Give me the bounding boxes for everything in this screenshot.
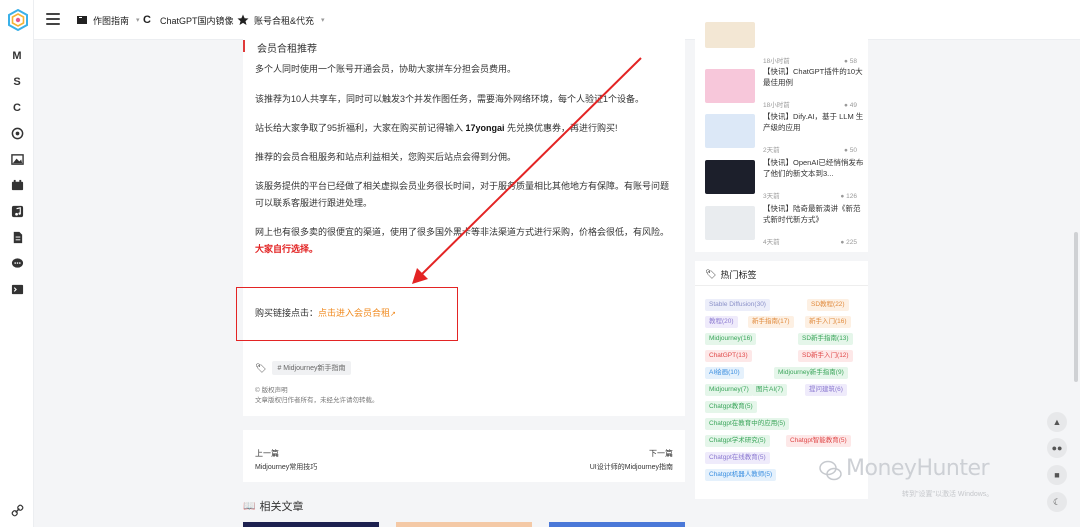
windows-activation-notice: 转到"设置"以激活 Windows。 <box>902 491 994 498</box>
related-thumb[interactable] <box>396 522 532 527</box>
related-articles-heading: 📖 相关文章 <box>243 500 304 514</box>
eye-icon: ● <box>840 193 845 200</box>
eye-icon: ● <box>844 102 848 109</box>
news-item[interactable]: 18小时前 ● 58 <box>705 22 865 67</box>
hot-tag[interactable]: Stable Diffusion(30) <box>705 299 770 311</box>
wechat-button[interactable]: ●● <box>1047 438 1067 458</box>
hot-tag[interactable]: 教程(20) <box>705 316 738 328</box>
hot-tag[interactable]: 提问建筑(6) <box>805 384 847 396</box>
hot-tag[interactable]: Chatgpt机器人教师(5) <box>705 469 777 481</box>
hot-tag[interactable]: SD新手入门(12) <box>798 350 853 362</box>
hot-tag[interactable]: Chatgpt在教育中的应用(5) <box>705 418 790 430</box>
hot-tag[interactable]: SD新手指南(13) <box>798 333 853 345</box>
hot-tag[interactable]: Chatgpt智能教育(5) <box>786 435 851 447</box>
news-thumbnail <box>705 206 755 240</box>
news-item[interactable]: 【快讯】ChatGPT插件的10大最佳用例 18小时前 ● 49 <box>705 66 865 111</box>
eye-icon: ● <box>844 58 848 65</box>
service-button[interactable]: ■ <box>1047 465 1067 485</box>
divider <box>695 285 868 286</box>
hot-tag[interactable]: SD教程(22) <box>807 299 849 311</box>
news-thumbnail <box>705 69 755 103</box>
news-item[interactable]: 【快讯】Dify.AI，基于 LLM 生产级的应用 2天前 ● 50 <box>705 111 865 156</box>
news-item[interactable]: 【快讯】陆奇最新演讲《新范式新时代新方式》 4天前 ● 225 <box>705 203 865 248</box>
scroll-top-button[interactable]: ▲ <box>1047 412 1067 432</box>
moon-icon: ☾ <box>1052 496 1062 507</box>
hot-tag[interactable]: Midjourney新手指南(9) <box>774 367 848 379</box>
eye-icon: ● <box>844 147 848 154</box>
news-list: 18小时前 ● 58 【快讯】ChatGPT插件的10大最佳用例 18小时前 ●… <box>695 22 868 252</box>
related-thumb[interactable] <box>549 522 685 527</box>
scrollbar[interactable] <box>1074 232 1078 382</box>
book-open-icon: 📖 <box>243 500 256 512</box>
hot-tag[interactable]: Midjourney(7) <box>705 384 753 396</box>
hot-tag[interactable]: 图片AI(7) <box>752 384 788 396</box>
watermark-text: MoneyHunter <box>846 456 990 481</box>
hot-tag[interactable]: Chatgpt在线教育(5) <box>705 452 770 464</box>
hot-tag[interactable]: ChatGPT(13) <box>705 350 752 362</box>
hot-tag[interactable]: Chatgpt学术研究(5) <box>705 435 770 447</box>
news-thumbnail <box>705 114 755 148</box>
arrow-up-icon: ▲ <box>1052 417 1062 427</box>
eye-icon: ● <box>840 239 845 246</box>
prev-next-card: 上一篇 Midjourney常用技巧 下一篇 UI设计师的Midjourney指… <box>243 430 685 482</box>
wechat-watermark-icon <box>819 460 842 481</box>
next-article-link[interactable]: UI设计师的Midjourney指南 <box>590 462 673 472</box>
news-thumbnail <box>705 22 755 48</box>
news-thumbnail <box>705 160 755 194</box>
hot-tag[interactable]: AI绘画(10) <box>705 367 744 379</box>
wechat-icon: ●● <box>1051 443 1063 453</box>
hot-tag[interactable]: 新手指南(17) <box>748 316 794 328</box>
related-thumb[interactable] <box>243 522 379 527</box>
hot-tag[interactable]: Midjourney(16) <box>705 333 757 345</box>
dark-mode-button[interactable]: ☾ <box>1047 492 1067 512</box>
tag-icon: 🏷 <box>705 269 717 279</box>
hot-tag[interactable]: Chatgpt教育(5) <box>705 401 757 413</box>
news-item[interactable]: 【快讯】OpenAI已经悄悄发布了他们的新文本到3... 3天前 ● 126 <box>705 157 865 202</box>
headset-icon: ■ <box>1054 470 1060 480</box>
hot-tag[interactable]: 新手入门(16) <box>805 316 851 328</box>
prev-article-link[interactable]: Midjourney常用技巧 <box>255 462 317 472</box>
hot-tags-title: 🏷 热门标签 <box>705 269 757 280</box>
